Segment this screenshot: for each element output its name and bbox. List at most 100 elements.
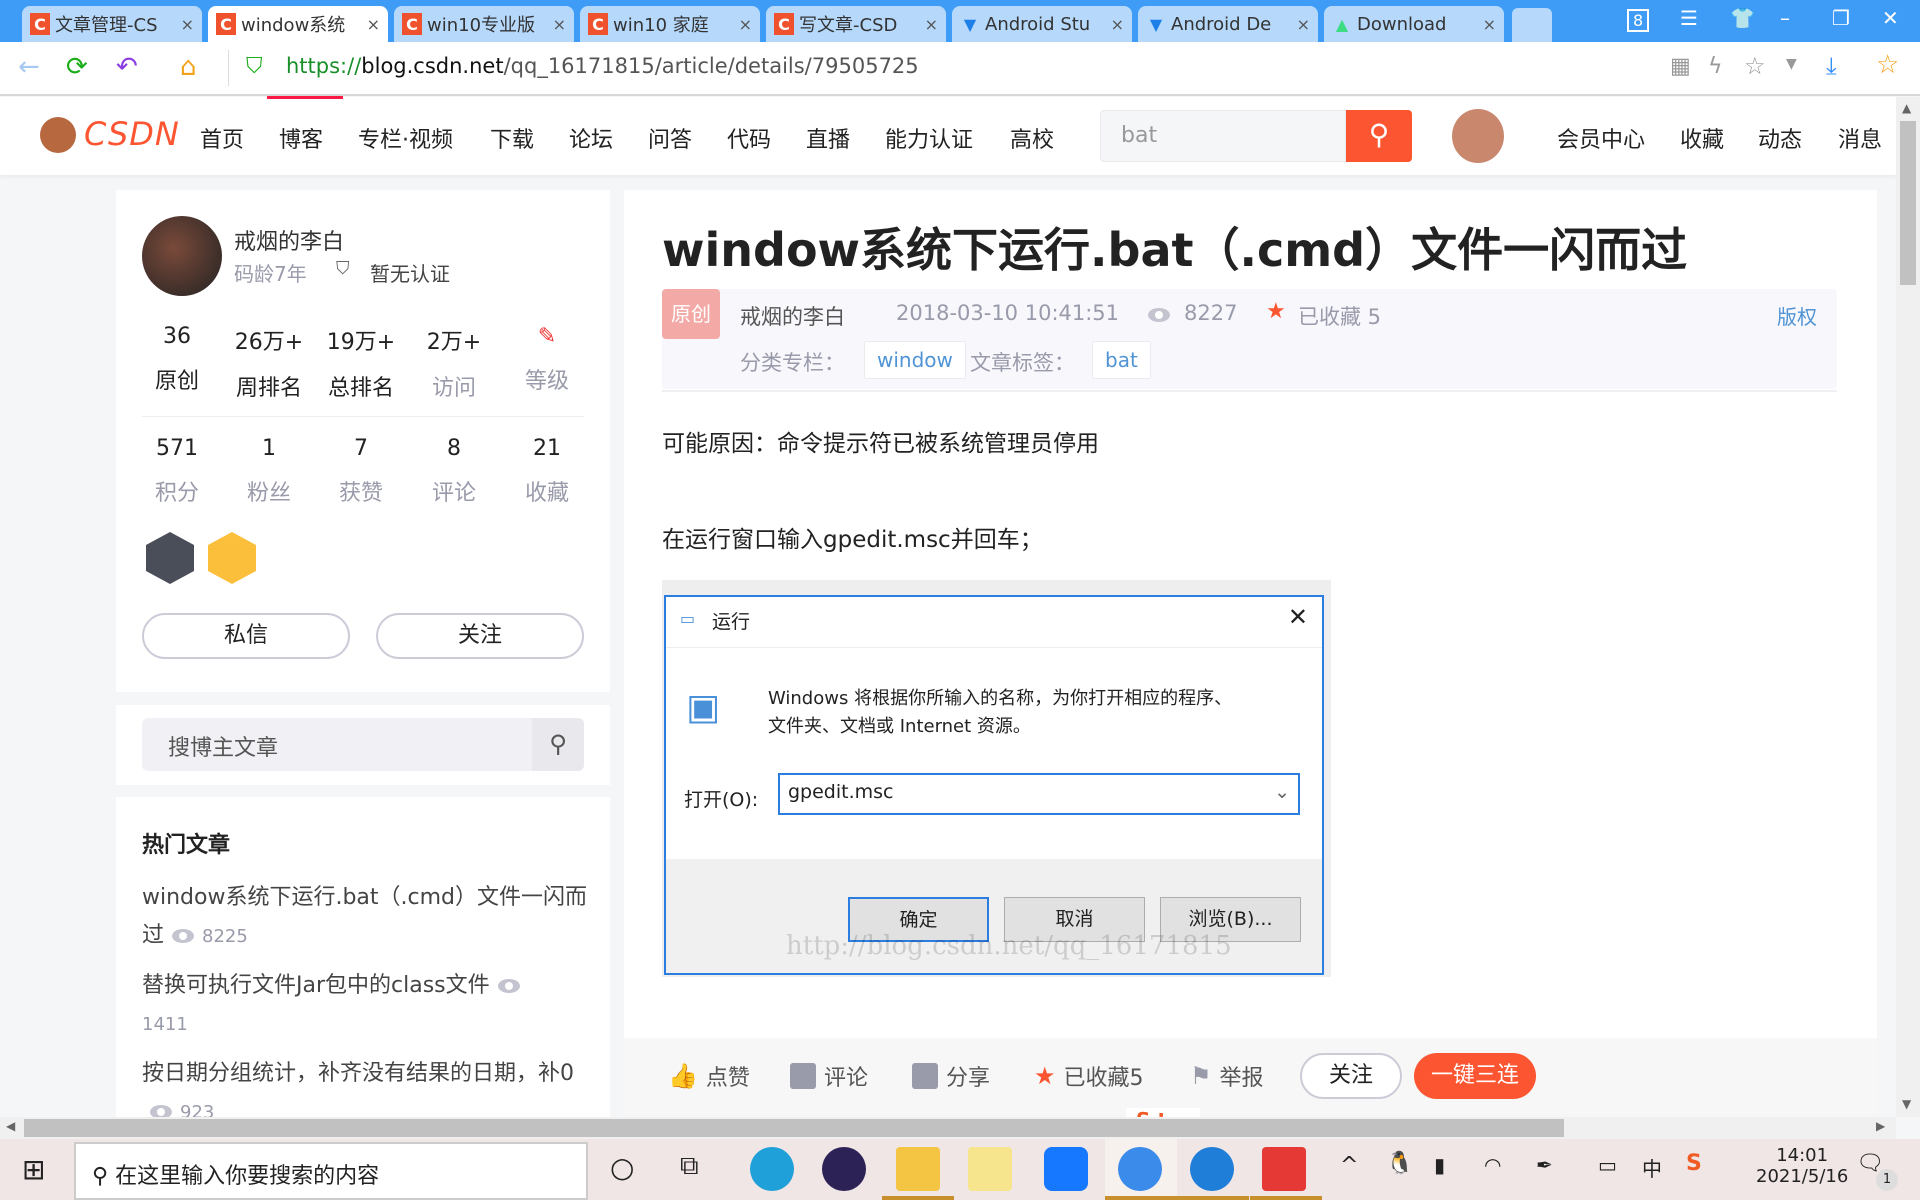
file-explorer-icon[interactable] <box>896 1147 940 1191</box>
stat-favorites[interactable]: 21 收藏 <box>501 436 593 507</box>
search-icon[interactable]: ⚲ <box>1346 110 1412 162</box>
vertical-scrollbar-thumb[interactable] <box>1900 121 1916 285</box>
star-icon[interactable]: ☆ <box>1744 52 1766 80</box>
author-name[interactable]: 戒烟的李白 <box>234 224 344 256</box>
private-message-button[interactable]: 私信 <box>142 613 350 659</box>
close-tab-icon[interactable]: × <box>181 15 194 34</box>
pen-icon[interactable]: ✒ <box>1536 1153 1553 1177</box>
new-tab-button[interactable] <box>1512 8 1552 42</box>
close-window-icon[interactable]: ✕ <box>1882 6 1899 30</box>
nav-home[interactable]: 首页 <box>200 122 244 154</box>
qq-icon[interactable]: 🐧 <box>1386 1151 1413 1176</box>
nav-university[interactable]: 高校 <box>1010 122 1054 154</box>
category-tag[interactable]: window <box>864 341 966 379</box>
notepadpp-icon[interactable] <box>968 1147 1012 1191</box>
triple-action-button[interactable]: 一键三连 <box>1414 1053 1536 1099</box>
stat-likes[interactable]: 7 获赞 <box>315 436 407 507</box>
cortana-icon[interactable]: ○ <box>610 1151 634 1184</box>
tab[interactable]: Cwin10专业版 × <box>394 6 574 42</box>
search-icon[interactable]: ⚲ <box>532 718 584 771</box>
hot-article-item[interactable]: 替换可执行文件Jar包中的class文件 1411 <box>142 967 592 1044</box>
security-shield-icon[interactable] <box>1044 1147 1088 1191</box>
close-tab-icon[interactable]: × <box>553 15 566 34</box>
nav-qa[interactable]: 问答 <box>648 122 692 154</box>
wifi-icon[interactable]: ◠ <box>1484 1153 1501 1177</box>
stat-level[interactable]: ✎ 等级 <box>501 324 593 395</box>
nav-download[interactable]: 下载 <box>490 122 534 154</box>
tab[interactable]: ▼ Android Stu × <box>952 6 1132 42</box>
share-button[interactable]: 分享 <box>912 1060 990 1092</box>
favorites-icon[interactable]: ☆ <box>1876 50 1899 80</box>
collect-button[interactable]: ★ 已收藏5 <box>1034 1060 1144 1092</box>
url-input[interactable]: https://blog.csdn.net/qq_16171815/articl… <box>286 54 919 78</box>
article-tag[interactable]: bat <box>1092 341 1151 379</box>
phone-icon[interactable] <box>1190 1147 1234 1191</box>
nav-forum[interactable]: 论坛 <box>569 122 613 154</box>
edge-icon[interactable] <box>750 1147 794 1191</box>
stat-original[interactable]: 36 原创 <box>131 324 223 395</box>
qr-icon[interactable]: ▦ <box>1670 54 1691 79</box>
refresh-icon[interactable]: ⟳ <box>66 52 88 82</box>
sogou-ime-icon[interactable]: S <box>1686 1151 1702 1176</box>
touchpad-icon[interactable]: ▭ <box>1598 1153 1617 1177</box>
ime-mode[interactable]: 中 <box>1642 1153 1662 1182</box>
close-tab-icon[interactable]: × <box>1111 15 1124 34</box>
taskbar-search-input[interactable]: ⚲ 在这里输入你要搜索的内容 <box>74 1142 588 1200</box>
report-button[interactable]: ⚑ 举报 <box>1190 1060 1264 1092</box>
stat-weekly-rank[interactable]: 26万+ 周排名 <box>223 324 315 402</box>
persistence-badge-icon[interactable] <box>146 532 194 584</box>
restore-icon[interactable]: ❐ <box>1832 6 1850 30</box>
horizontal-scrollbar-thumb[interactable] <box>24 1119 1564 1137</box>
tab[interactable]: Cwin10 家庭 × <box>580 6 760 42</box>
nav-code[interactable]: 代码 <box>727 122 771 154</box>
stat-fans[interactable]: 1 粉丝 <box>223 436 315 507</box>
horizontal-scrollbar[interactable]: ◀ ▶ <box>0 1117 1896 1139</box>
comment-button[interactable]: 评论 <box>790 1060 868 1092</box>
scroll-up-icon[interactable]: ▲ <box>1902 101 1911 115</box>
blog-search-input[interactable]: 搜博主文章 <box>142 718 532 771</box>
close-tab-icon[interactable]: × <box>1483 15 1496 34</box>
nav-live[interactable]: 直播 <box>806 122 850 154</box>
foxit-reader-icon[interactable] <box>1262 1147 1306 1191</box>
tab[interactable]: ▲ Download × <box>1324 6 1504 42</box>
follow-author-button[interactable]: 关注 <box>376 613 584 659</box>
tab[interactable]: C 写文章-CSD × <box>766 6 946 42</box>
user-avatar[interactable] <box>1452 109 1504 163</box>
close-tab-icon[interactable]: × <box>925 15 938 34</box>
nav-vip-center[interactable]: 会员中心 <box>1557 122 1645 154</box>
author-link[interactable]: 戒烟的李白 <box>740 301 845 331</box>
nav-certification[interactable]: 能力认证 <box>885 122 973 154</box>
nav-column-video[interactable]: 专栏·视频 <box>358 122 453 154</box>
eclipse-icon[interactable] <box>822 1147 866 1191</box>
clock[interactable]: 14:01 2021/5/16 <box>1756 1145 1848 1187</box>
tab-count-badge[interactable]: 8 <box>1627 9 1650 32</box>
tab[interactable]: ▼ Android De × <box>1138 6 1318 42</box>
stat-points[interactable]: 571 积分 <box>131 436 223 507</box>
battery-icon[interactable]: ▮ <box>1434 1153 1445 1177</box>
undo-icon[interactable]: ↶ <box>116 52 138 82</box>
pen-badge-icon[interactable] <box>208 532 256 584</box>
show-hidden-icons[interactable]: ^ <box>1340 1153 1358 1178</box>
like-button[interactable]: 👍 点赞 <box>668 1060 750 1092</box>
scroll-left-icon[interactable]: ◀ <box>6 1119 15 1133</box>
copyright-link[interactable]: 版权 <box>1777 301 1817 330</box>
close-tab-icon[interactable]: × <box>739 15 752 34</box>
windows-start-icon[interactable]: ⊞ <box>22 1153 45 1186</box>
csdn-logo[interactable]: CSDN <box>84 115 180 153</box>
task-view-icon[interactable]: ⧉ <box>680 1151 699 1182</box>
menu-icon[interactable]: ☰ <box>1680 6 1698 30</box>
author-avatar[interactable] <box>142 216 222 296</box>
stat-visits[interactable]: 2万+ 访问 <box>408 324 500 402</box>
back-icon[interactable]: ← <box>18 52 40 82</box>
site-search-input[interactable]: bat <box>1100 110 1346 162</box>
lightning-icon[interactable]: ϟ <box>1708 54 1723 79</box>
hot-article-item[interactable]: window系统下运行.bat（.cmd）文件一闪而过 8225 <box>142 879 592 956</box>
stat-total-rank[interactable]: 19万+ 总排名 <box>315 324 407 402</box>
vertical-scrollbar[interactable]: ▲ ▼ <box>1896 97 1920 1117</box>
nav-messages[interactable]: 消息 <box>1838 122 1882 154</box>
collected-count[interactable]: 已收藏 5 <box>1298 301 1381 331</box>
sogou-browser-icon[interactable] <box>1118 1147 1162 1191</box>
skin-icon[interactable]: 👕 <box>1730 6 1755 30</box>
close-tab-icon[interactable]: × <box>367 15 380 34</box>
tab[interactable]: C 文章管理-CS × <box>22 6 202 42</box>
